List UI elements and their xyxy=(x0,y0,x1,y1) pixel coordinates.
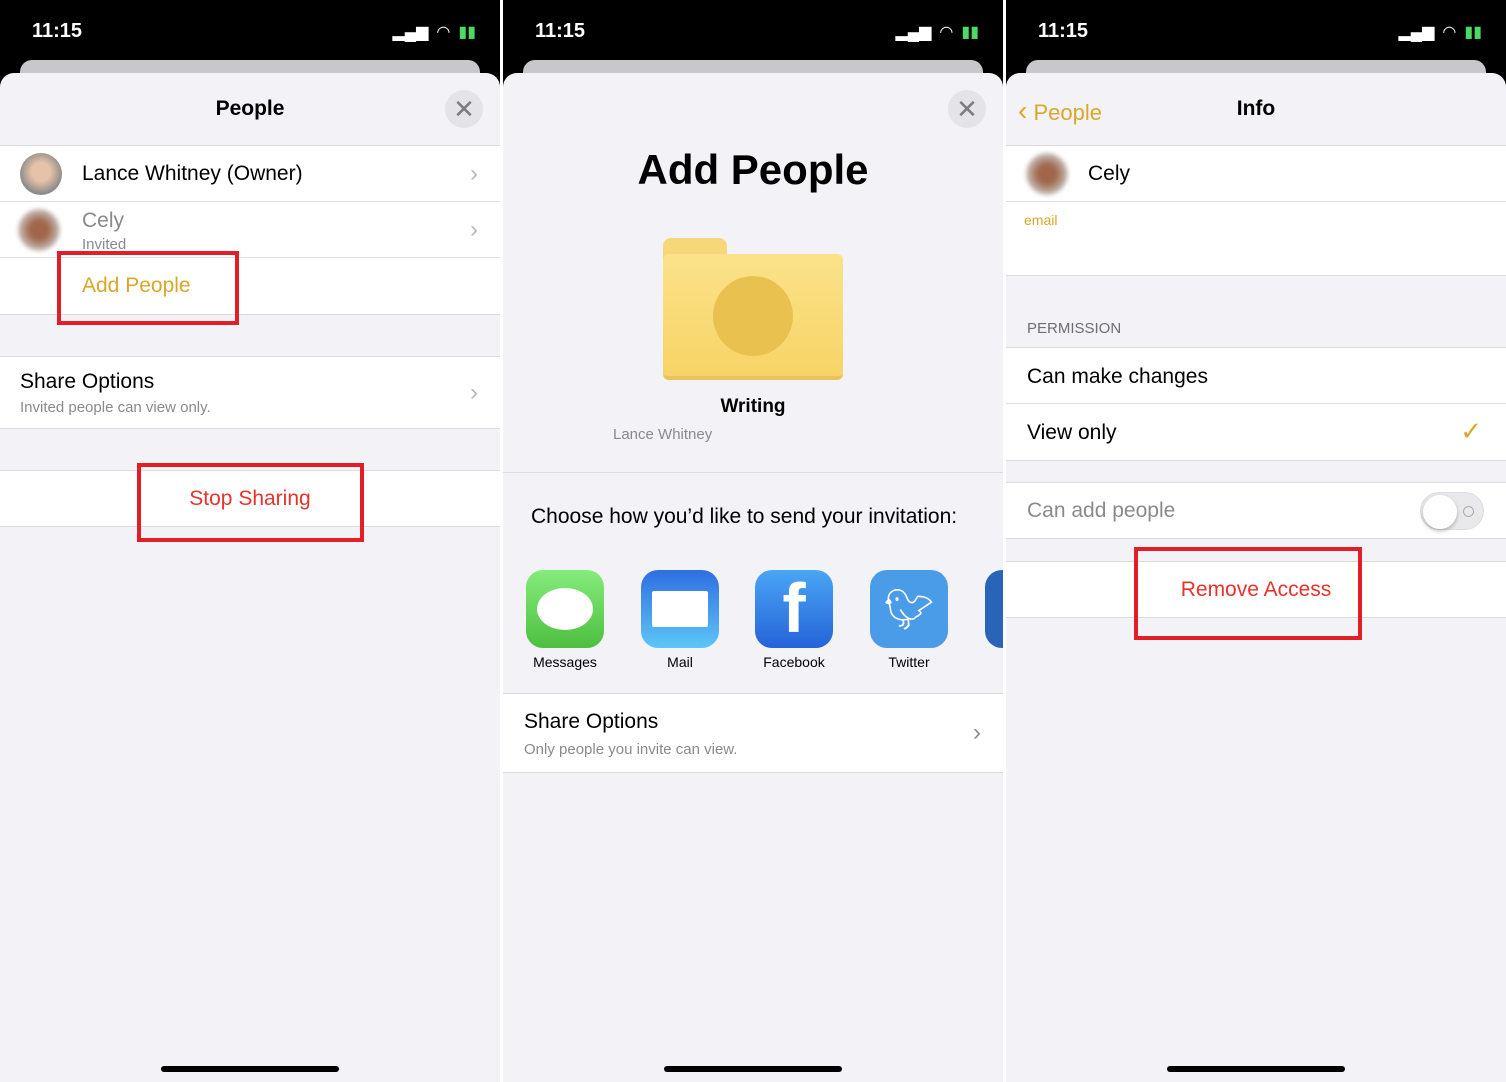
battery-icon: ▮▮ xyxy=(961,24,979,41)
panel-add-people: 11:15 ▂▄▆ ◠ ▮▮ ✕ Add People Writing Lance … xyxy=(503,0,1003,1082)
panel-info: 11:15 ▂▄▆ ◠ ▮▮ ‹ People Info Cely email PE… xyxy=(1006,0,1506,1082)
share-messages-button[interactable]: Messages xyxy=(526,570,604,670)
page-title: Add People xyxy=(637,146,869,193)
share-twitter-button[interactable]: 🐦︎ Twitter xyxy=(870,570,948,670)
home-indicator xyxy=(1167,1066,1345,1072)
folder-name: Writing xyxy=(720,396,786,417)
page-title: People xyxy=(215,97,285,120)
option-label: View only xyxy=(1027,421,1117,444)
facebook-icon: f xyxy=(755,570,833,648)
permission-option-can-make-changes[interactable]: Can make changes xyxy=(1006,348,1506,404)
close-icon: ✕ xyxy=(453,94,475,124)
highlight-box xyxy=(137,463,364,542)
status-time: 11:15 xyxy=(535,20,586,42)
avatar xyxy=(20,153,62,195)
avatar xyxy=(1026,153,1068,195)
person-name: Lance Whitney (Owner) xyxy=(82,162,303,185)
share-options-row[interactable]: Share Options Only people you invite can… xyxy=(503,693,1003,773)
chevron-right-icon: › xyxy=(973,719,981,746)
app-label: L xyxy=(985,654,1003,670)
share-facebook-button[interactable]: f Facebook xyxy=(755,570,833,670)
share-options-sub: Only people you invite can view. xyxy=(524,741,738,758)
highlight-box xyxy=(57,251,239,325)
folder-owner: Lance Whitney xyxy=(613,426,713,443)
person-name: Cely xyxy=(1088,162,1131,185)
twitter-icon: 🐦︎ xyxy=(870,570,948,648)
permission-header: PERMISSION xyxy=(1027,320,1122,337)
invitation-prompt: Choose how you’d like to send your invit… xyxy=(531,505,958,528)
signal-icon: ▂▄▆ xyxy=(392,24,429,41)
page-title: Info xyxy=(1236,97,1276,120)
wifi-icon: ◠ xyxy=(939,24,954,41)
battery-icon: ▮▮ xyxy=(458,24,476,41)
permission-option-view-only[interactable]: View only ✓ xyxy=(1006,404,1506,460)
wifi-icon: ◠ xyxy=(1442,24,1457,41)
status-time: 11:15 xyxy=(1038,20,1089,42)
email-label[interactable]: email xyxy=(1024,212,1057,228)
share-options-title: Share Options xyxy=(20,370,155,393)
chevron-right-icon: › xyxy=(470,159,478,187)
panel-people: 11:15 ▂▄▆ ◠ ▮▮ People ✕ Lance Whitney (Own… xyxy=(0,0,500,1082)
app-label: Facebook xyxy=(763,654,825,670)
linkedin-icon xyxy=(985,570,1003,648)
person-row: Cely xyxy=(1006,146,1506,202)
person-row-cely[interactable]: Cely Invited › xyxy=(0,202,500,258)
checkmark-icon: ✓ xyxy=(1460,416,1482,446)
can-add-people-label: Can add people xyxy=(1027,499,1176,522)
highlight-box xyxy=(1134,547,1362,640)
folder-icon xyxy=(663,238,843,380)
close-button[interactable]: ✕ xyxy=(445,90,483,128)
close-button[interactable]: ✕ xyxy=(948,90,986,128)
mail-icon xyxy=(641,570,719,648)
option-label: Can make changes xyxy=(1027,365,1208,388)
chevron-right-icon: › xyxy=(470,215,478,243)
can-add-people-toggle[interactable] xyxy=(1420,492,1484,530)
share-options-row[interactable]: Share Options Invited people can view on… xyxy=(0,356,500,429)
share-linkedin-button[interactable]: L xyxy=(985,570,1003,670)
share-options-title: Share Options xyxy=(524,710,659,733)
status-bar: 11:15 ▂▄▆ ◠ ▮▮ xyxy=(503,0,1003,60)
person-name: Cely xyxy=(82,209,125,232)
status-bar: 11:15 ▂▄▆ ◠ ▮▮ xyxy=(0,0,500,60)
can-add-people-row: Can add people xyxy=(1006,482,1506,539)
app-label: Twitter xyxy=(888,654,930,670)
share-options-sub: Invited people can view only. xyxy=(20,399,211,416)
messages-icon xyxy=(526,570,604,648)
home-indicator xyxy=(664,1066,842,1072)
signal-icon: ▂▄▆ xyxy=(1398,24,1435,41)
status-time: 11:15 xyxy=(32,20,83,42)
signal-icon: ▂▄▆ xyxy=(895,24,932,41)
battery-icon: ▮▮ xyxy=(1464,24,1482,41)
people-icon xyxy=(713,276,793,356)
chevron-right-icon: › xyxy=(470,378,478,406)
person-row-owner[interactable]: Lance Whitney (Owner) › xyxy=(0,146,500,202)
status-bar: 11:15 ▂▄▆ ◠ ▮▮ xyxy=(1006,0,1506,60)
close-icon: ✕ xyxy=(956,94,978,124)
share-mail-button[interactable]: Mail xyxy=(641,570,719,670)
app-label: Messages xyxy=(533,654,597,670)
wifi-icon: ◠ xyxy=(436,24,451,41)
app-label: Mail xyxy=(667,654,693,670)
home-indicator xyxy=(161,1066,339,1072)
avatar xyxy=(18,209,60,251)
